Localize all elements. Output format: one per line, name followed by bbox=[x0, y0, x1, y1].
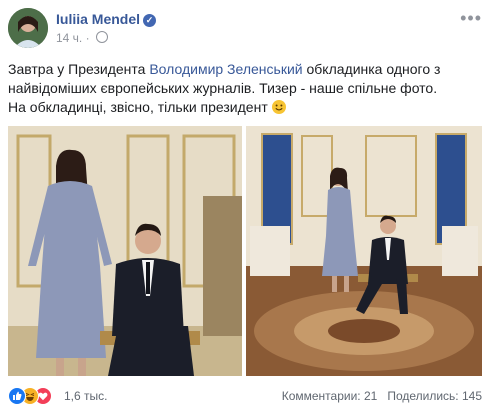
mention-link[interactable]: Володимир Зеленський bbox=[149, 61, 302, 77]
post-text-line3: На обкладинці, звісно, тільки президент bbox=[8, 99, 272, 115]
post-text: Завтра у Президента Володимир Зеленський… bbox=[8, 60, 482, 117]
post-timestamp[interactable]: 14 ч. bbox=[56, 31, 82, 45]
smile-emoji-icon bbox=[271, 100, 286, 114]
verified-badge-icon: ✓ bbox=[143, 14, 157, 27]
post-footer: 1,6 тыс. Комментарии: 21 Поделились: 145 bbox=[8, 386, 482, 406]
post-stats: Комментарии: 21 Поделились: 145 bbox=[282, 389, 482, 403]
shares-count[interactable]: Поделились: 145 bbox=[387, 389, 482, 403]
avatar[interactable] bbox=[8, 8, 48, 48]
globe-icon[interactable] bbox=[95, 31, 108, 43]
like-reaction-icon bbox=[8, 387, 26, 405]
reaction-icons[interactable] bbox=[8, 387, 52, 405]
comments-count[interactable]: Комментарии: 21 bbox=[282, 389, 378, 403]
post-photo-2[interactable] bbox=[246, 126, 482, 376]
post-photo-1[interactable] bbox=[8, 126, 242, 376]
author-name[interactable]: Iuliia Mendel bbox=[56, 11, 140, 27]
post-text-line1-a: Завтра у Президента bbox=[8, 61, 150, 77]
reaction-count[interactable]: 1,6 тыс. bbox=[64, 389, 107, 403]
more-options-icon[interactable]: ••• bbox=[460, 8, 482, 29]
photo-grid bbox=[8, 126, 482, 376]
post-header: Iuliia Mendel ✓ 14 ч. · ••• bbox=[8, 8, 482, 52]
post-text-line2: найвідоміших європейських журналів. Тизе… bbox=[8, 80, 438, 96]
post-text-line1-b: обкладинка одного з bbox=[302, 61, 441, 77]
facebook-post: Iuliia Mendel ✓ 14 ч. · ••• Завтра у През… bbox=[0, 0, 490, 410]
